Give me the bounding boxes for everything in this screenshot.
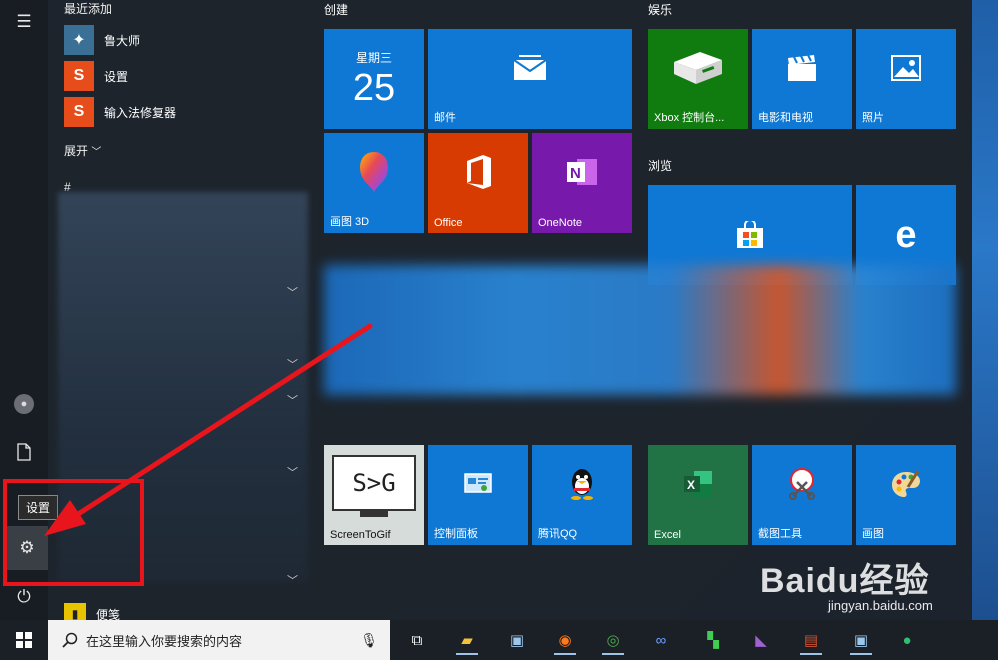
expand-label: 展开 [64,144,89,158]
tile-label: 截图工具 [758,528,802,540]
search-placeholder: 在这里输入你要搜索的内容 [86,633,243,649]
excel-tile[interactable]: X Excel [648,445,748,545]
mail-tile[interactable]: 邮件 [428,29,632,129]
group-title-entertainment[interactable]: 娱乐 [648,1,672,18]
user-account-button[interactable]: ● [0,382,48,426]
start-button[interactable] [0,620,48,660]
chevron-down-icon[interactable]: ﹀ [287,572,298,588]
svg-text:N: N [570,165,581,182]
start-menu: ☰ ● ⚙ ⏻ 设置 最近添加 ✦ 鲁大师 S 设置 S 输入法修复器 展开 ﹀… [0,0,972,625]
green-app-icon[interactable]: ● [892,625,922,655]
tile-label: Office [434,217,463,229]
calendar-day: 25 [352,67,396,109]
chevron-down-icon[interactable]: ﹀ [287,464,298,480]
paint3d-icon [324,133,424,211]
photos-tile[interactable]: 照片 [856,29,956,129]
taskbar-search-box[interactable]: 在这里输入你要搜索的内容 🎙 [48,620,390,660]
control-panel-tile[interactable]: 控制面板 [428,445,528,545]
screentogif-tile[interactable]: S>G ScreenToGif [324,445,424,545]
desktop-background [972,0,998,620]
tile-label: ScreenToGif [330,529,391,541]
control-panel-taskbar-icon[interactable]: ▣ [502,625,532,655]
tile-label: 画图 3D [330,216,370,228]
monitor-stand-icon [360,511,388,517]
infinity-app-icon[interactable]: ∞ [646,625,676,655]
task-view-icon[interactable]: ⧉ [402,625,432,655]
search-icon [62,632,78,648]
tile-label: 电影和电视 [758,112,813,124]
group-title-create[interactable]: 创建 [324,1,348,18]
tile-label: 控制面板 [434,528,478,540]
list-item-settings[interactable]: S 设置 [64,60,128,92]
baidu-watermark-url: jingyan.baidu.com [828,598,933,613]
office-icon [428,133,528,211]
chevron-down-icon[interactable]: ﹀ [287,356,298,372]
recently-added-header: 最近添加 [64,2,113,16]
list-item-ime-repair[interactable]: S 输入法修复器 [64,96,176,128]
visual-studio-icon[interactable]: ◣ [746,625,776,655]
chevron-down-icon[interactable]: ﹀ [287,392,298,408]
photo-icon [856,29,956,107]
list-item-label: 设置 [104,69,129,84]
hamburger-menu-button[interactable]: ☰ [0,0,48,44]
document-icon [17,443,31,461]
documents-button[interactable] [0,430,48,474]
qt-icon[interactable]: ▚ [698,625,728,655]
chevron-down-icon: ﹀ [91,147,102,158]
tile-label: OneNote [538,217,583,229]
svg-text:X: X [687,478,695,492]
list-item-label: 输入法修复器 [104,105,177,120]
file-explorer-icon[interactable]: ▰ [452,625,482,655]
clapperboard-icon [752,29,852,107]
mail-icon [428,29,632,107]
windows-logo-icon [16,632,32,648]
ludashi-icon: ✦ [64,25,94,55]
paint3d-tile[interactable]: 画图 3D [324,133,424,233]
paint-tile[interactable]: 画图 [856,445,956,545]
control-panel-taskbar-icon-2[interactable]: ▣ [846,625,876,655]
xbox-tile[interactable]: Xbox 控制台... [648,29,748,129]
screentogif-logo-icon: S>G [332,455,416,511]
qq-tile[interactable]: 腾讯QQ [532,445,632,545]
sogou-icon: S [64,97,94,127]
control-panel-icon [428,445,528,523]
list-item-label: 鲁大师 [104,33,141,48]
tile-label: Excel [654,529,681,541]
sogou-icon: S [64,61,94,91]
microphone-icon[interactable]: 🎙 [360,632,378,649]
list-item-ludashi[interactable]: ✦ 鲁大师 [64,24,140,56]
tile-label: 邮件 [434,112,456,124]
movies-tile[interactable]: 电影和电视 [752,29,852,129]
avatar-icon: ● [14,394,34,414]
tile-label: 照片 [862,112,884,124]
scissors-icon [752,445,852,523]
firefox-icon[interactable]: ◉ [550,625,580,655]
powerpoint-icon[interactable]: ▤ [796,625,826,655]
calendar-weekday: 星期三 [355,51,392,65]
taskbar: 在这里输入你要搜索的内容 🎙 ⧉ ▰ ▣ ◉ ◎ ∞ ▚ ◣ ▤ ▣ ● [0,620,998,660]
snipping-tool-tile[interactable]: 截图工具 [752,445,852,545]
tile-label: 腾讯QQ [538,528,578,540]
chevron-down-icon[interactable]: ﹀ [287,284,298,300]
xbox-console-icon [648,29,748,107]
blurred-tiles [324,265,956,395]
power-icon: ⏻ [17,587,31,606]
calendar-tile[interactable]: 星期三 25 [324,29,424,129]
baidu-watermark: Baidu经验 [760,562,930,600]
group-title-browse[interactable]: 浏览 [648,157,672,174]
onenote-tile[interactable]: N OneNote [532,133,632,233]
paint-palette-icon [856,445,956,523]
tile-label: Xbox 控制台... [654,112,725,124]
annotation-highlight-box [3,479,144,586]
expand-button[interactable]: 展开 ﹀ [64,142,101,159]
excel-icon: X [648,445,748,523]
tile-label: 画图 [862,528,884,540]
chrome-icon[interactable]: ◎ [598,625,628,655]
office-tile[interactable]: Office [428,133,528,233]
qq-penguin-icon [532,445,632,523]
hamburger-icon: ☰ [16,12,32,31]
onenote-icon: N [532,133,632,211]
